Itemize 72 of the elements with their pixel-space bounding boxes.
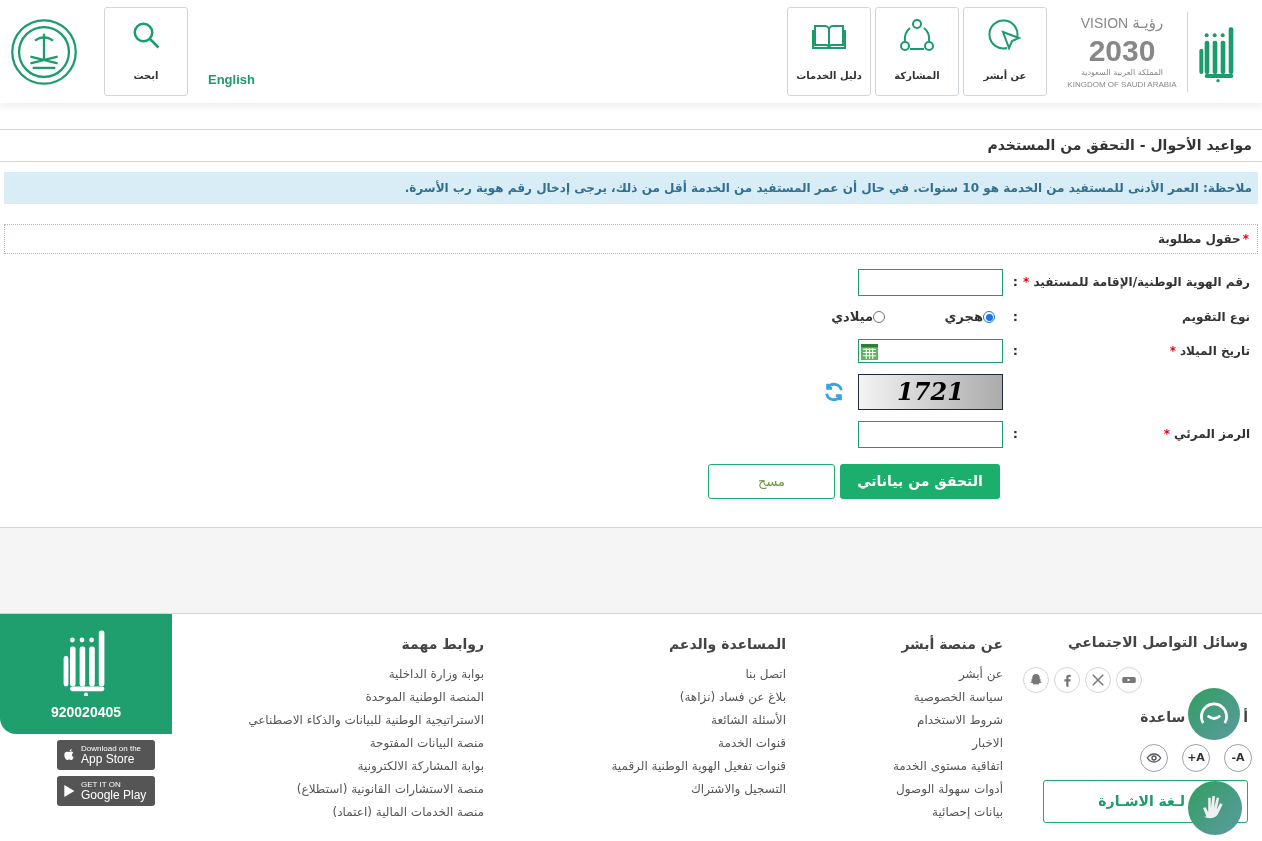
vision-year: 2030 bbox=[1088, 34, 1156, 67]
footer-link[interactable]: قنوات تفعيل الهوية الوطنية الرقمية bbox=[570, 755, 786, 778]
footer-link[interactable]: منصة الاستشارات القانونية (استطلاع) bbox=[214, 778, 484, 801]
required-mark: * bbox=[1169, 343, 1176, 360]
footer-link[interactable]: منصة الخدمات المالية (اعتماد) bbox=[214, 801, 484, 824]
captcha-text: 1721 bbox=[897, 376, 964, 408]
nav-tile[interactable]: المشاركة bbox=[875, 7, 959, 96]
vision-word: VISION bbox=[1080, 14, 1129, 34]
required-fields-note: حقول مطلوبة bbox=[1158, 231, 1241, 248]
footer-link[interactable]: اتصل بنا bbox=[570, 663, 786, 686]
text-input-field[interactable] bbox=[858, 420, 1003, 448]
search-tile[interactable]: ابحث bbox=[104, 7, 188, 96]
required-mark: * bbox=[1242, 231, 1249, 248]
country-name: KINGDOM OF SAUDI ARABIA bbox=[1067, 78, 1177, 91]
footer-link[interactable]: سياسة الخصوصية bbox=[823, 686, 1003, 709]
footer-link[interactable]: شروط الاستخدام bbox=[823, 709, 1003, 732]
colon-text: : bbox=[1011, 308, 1018, 327]
calendar-icon bbox=[861, 342, 878, 360]
footer-link[interactable]: الأسئلة الشائعة bbox=[570, 709, 786, 732]
footer-link[interactable]: اتفاقية مستوى الخدمة bbox=[823, 755, 1003, 778]
phone-number: 920020405 bbox=[50, 703, 122, 722]
field-label: تاريخ الميلاد bbox=[1179, 343, 1250, 360]
footer-link[interactable]: عن أبشر bbox=[823, 663, 1003, 686]
calendar-radio-option[interactable]: ميلادي bbox=[825, 307, 885, 327]
note-banner: ملاحظة: العمر الأدنى للمستفيد من الخدمة هو 10 سنوات. في حال أن عمر المستفيد من الخدمة أقل من ذلك، يرجى إدخال رقم هوية رب الأسرة. bbox=[4, 172, 1258, 204]
app-store-badge[interactable]: GET IT ON Google Play bbox=[57, 776, 155, 806]
badge-caption: GET IT ON bbox=[81, 781, 122, 789]
eye-icon bbox=[1146, 750, 1162, 766]
footer-link[interactable]: التسجيل والاشتراك bbox=[570, 778, 786, 801]
text-input-field[interactable] bbox=[858, 268, 1003, 296]
refresh-icon[interactable] bbox=[823, 381, 845, 403]
heading-fragment: ساعدة bbox=[1140, 708, 1186, 727]
app-store-badge[interactable]: Download on the App Store bbox=[57, 740, 155, 770]
footer-link[interactable]: قنوات الخدمة bbox=[570, 732, 786, 755]
colon-text: : bbox=[1011, 425, 1018, 444]
footer-link[interactable]: الاستراتيجية الوطنية للبيانات والذكاء الاصطناعي bbox=[214, 709, 484, 732]
footer-link[interactable]: بيانات إحصائية bbox=[823, 801, 1003, 824]
footer-link[interactable]: الاخبار bbox=[823, 732, 1003, 755]
chat-bot-button[interactable] bbox=[1188, 688, 1240, 740]
badge-caption: Download on the bbox=[81, 745, 142, 753]
required-mark: * bbox=[1023, 274, 1030, 291]
footer-heading: المساعدة والدعم bbox=[667, 635, 786, 655]
footer-heading: عن منصة أبشر bbox=[900, 634, 1003, 655]
share-icon bbox=[899, 18, 935, 54]
footer-link[interactable]: منصة البيانات المفتوحة bbox=[214, 732, 484, 755]
badge-title: App Store bbox=[81, 753, 136, 765]
sign-language-float-button[interactable] bbox=[1188, 781, 1242, 835]
calendar-radio-option[interactable]: هجري bbox=[935, 307, 995, 327]
heading-fragment: أ bbox=[1243, 707, 1248, 727]
field-label: نوع التقويم bbox=[1182, 309, 1250, 326]
colon-text: : bbox=[1011, 342, 1018, 361]
footer-link[interactable]: أدوات سهولة الوصول bbox=[823, 778, 1003, 801]
required-mark: * bbox=[1163, 426, 1171, 443]
country-name-arabic: المملكة العربية السعودية bbox=[1080, 66, 1164, 79]
footer-link[interactable]: المنصة الوطنية الموحدة bbox=[214, 686, 484, 709]
nav-tile[interactable]: دليل الخدمات bbox=[787, 7, 871, 96]
search-icon bbox=[131, 20, 161, 50]
footer-link[interactable]: بوابة المشاركة الالكترونية bbox=[214, 755, 484, 778]
footer-heading: روابط مهمة bbox=[400, 635, 484, 655]
x-icon bbox=[1089, 671, 1107, 689]
date-input-field[interactable] bbox=[858, 339, 1003, 363]
field-label: رقم الهوية الوطنية/الإقامة للمستفيد bbox=[1033, 274, 1250, 291]
colon-text: : bbox=[1011, 273, 1018, 292]
nav-tile[interactable]: عن أبشر bbox=[963, 7, 1047, 96]
footer-link[interactable]: بوابة وزارة الداخلية bbox=[214, 663, 484, 686]
page-title: مواعيد الأحوال - التحقق من المستخدم bbox=[987, 136, 1252, 156]
badge-title: Google Play bbox=[81, 789, 147, 801]
footer-heading: وسائل التواصل الاجتماعي bbox=[1068, 633, 1248, 653]
vision-word-arabic: رؤيـة bbox=[1132, 13, 1164, 35]
emblem-drawing bbox=[10, 17, 78, 86]
field-label: الرمز المرئي bbox=[1174, 426, 1250, 443]
footer-link[interactable]: بلاغ عن فساد (نزاهة) bbox=[570, 686, 786, 709]
